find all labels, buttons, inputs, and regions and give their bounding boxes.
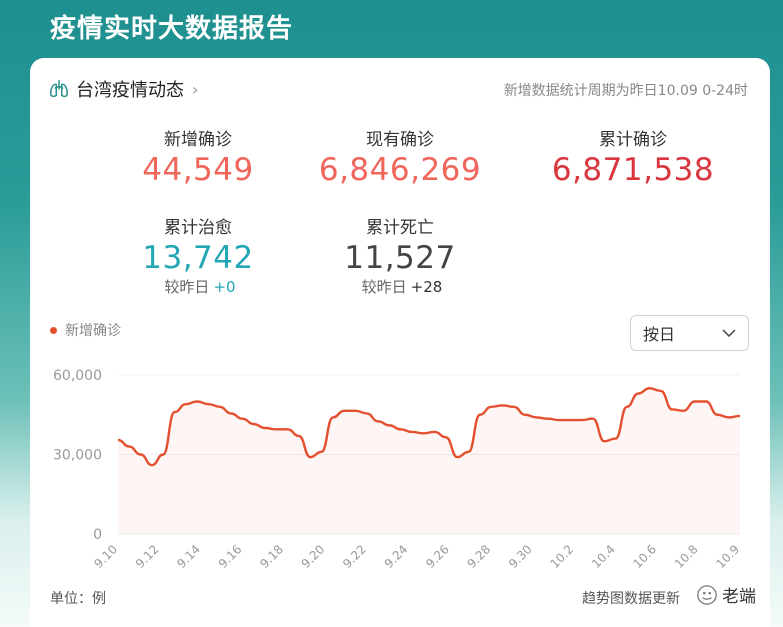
unit-label: 单位：例 [50, 591, 106, 607]
x-tick-label: 9.22 [340, 542, 369, 571]
x-tick-label: 9.16 [216, 542, 245, 571]
x-tick-label: 10.9 [713, 542, 742, 571]
update-note: 趋势图数据更新 [582, 591, 680, 607]
y-tick-label: 0 [93, 527, 102, 543]
x-tick-label: 9.28 [465, 542, 494, 571]
y-tick-label: 60,000 [53, 368, 102, 384]
wechat-icon [697, 584, 717, 605]
x-tick-label: 9.24 [382, 542, 411, 571]
x-tick-label: 10.2 [547, 542, 576, 571]
x-tick-label: 10.8 [672, 542, 701, 571]
stats-card: 台湾疫情动态 › 新增数据统计周期为昨日10.09 0-24时 新增确诊 44,… [30, 58, 770, 627]
trend-chart: 0 30,000 60,000 9.10 9.12 9.14 9.16 9.18 9.20 9.2… [53, 368, 742, 571]
series-area [118, 388, 740, 534]
y-tick-label: 30,000 [53, 448, 102, 464]
page-title: 疫情实时大数据报告 [50, 14, 294, 44]
x-tick-label: 10.6 [630, 542, 659, 571]
x-tick-label: 9.26 [423, 542, 452, 571]
watermark-text: 老端 [722, 587, 756, 607]
x-tick-label: 9.20 [299, 542, 328, 571]
x-tick-label: 9.10 [91, 542, 120, 571]
x-tick-label: 9.18 [257, 542, 286, 571]
x-tick-label: 10.4 [589, 542, 618, 571]
watermark: 老端 [696, 582, 756, 607]
x-tick-label: 9.30 [506, 542, 535, 571]
x-tick-label: 9.14 [174, 542, 203, 571]
x-tick-label: 9.12 [133, 542, 162, 571]
